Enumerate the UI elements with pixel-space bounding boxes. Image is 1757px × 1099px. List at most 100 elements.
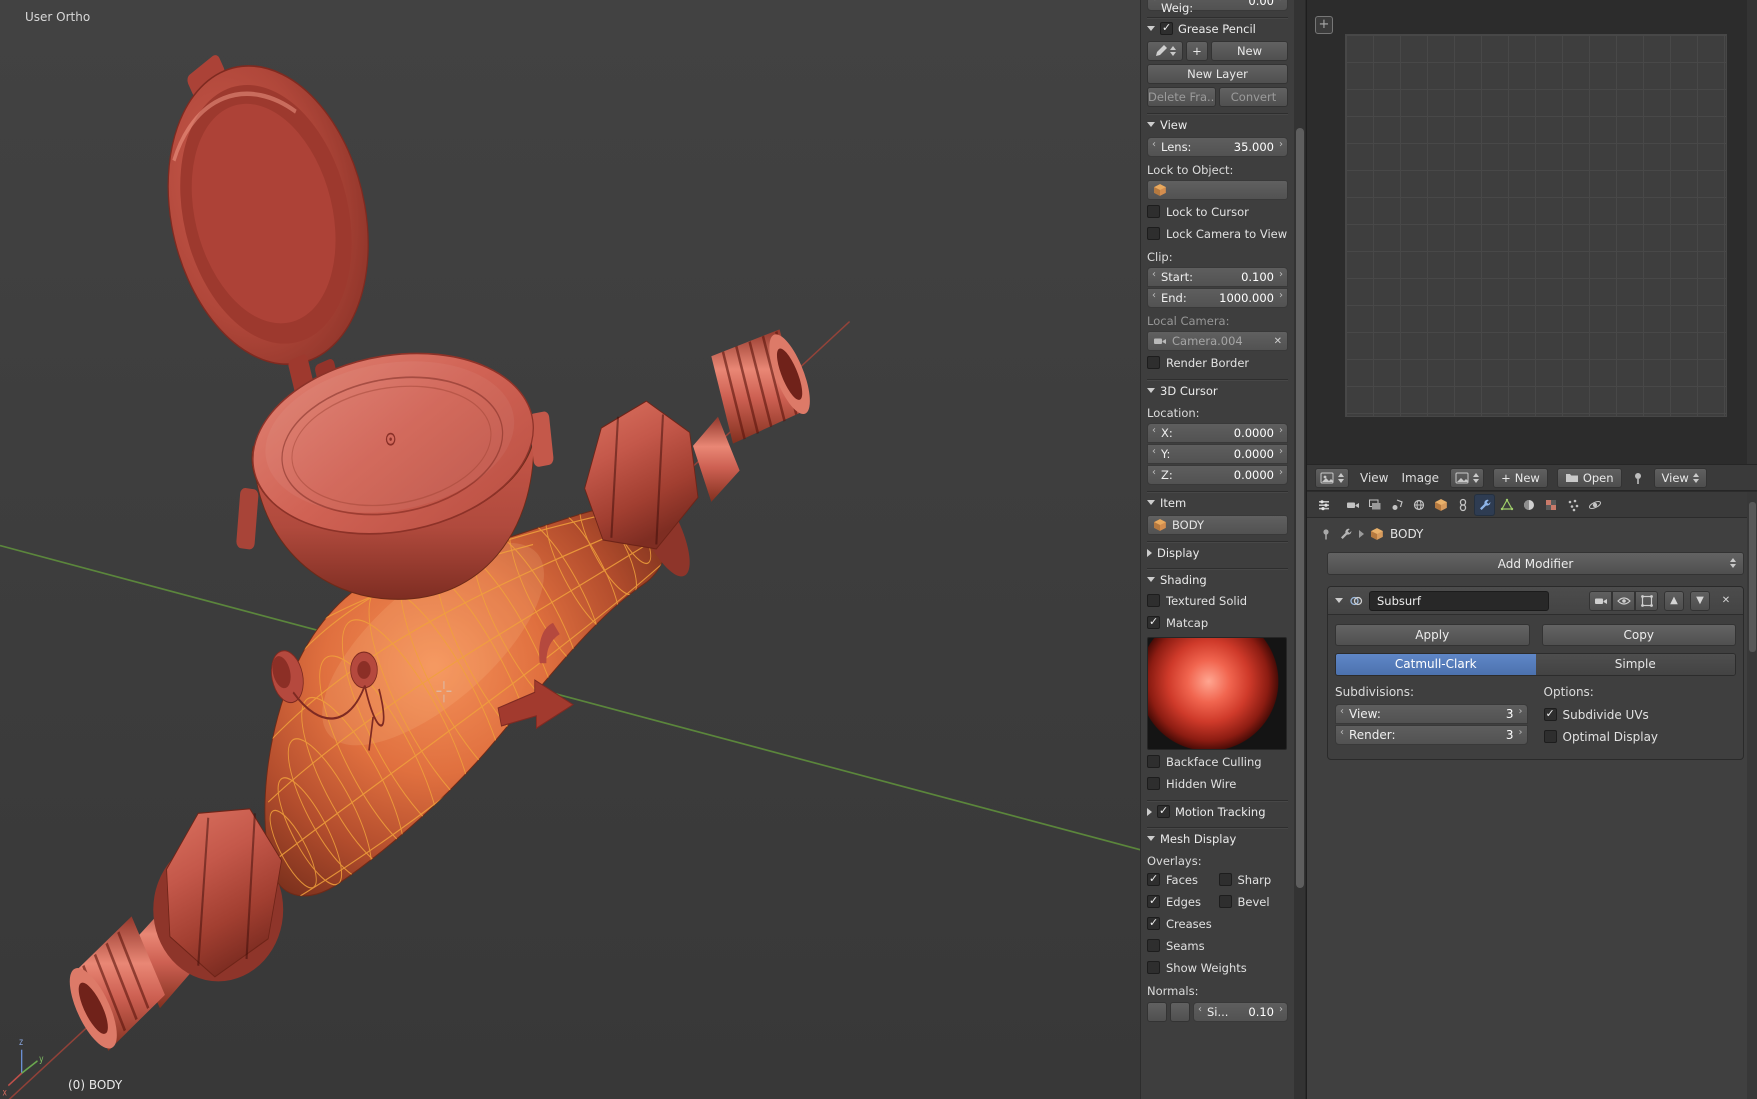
render-visibility-toggle[interactable] xyxy=(1589,590,1612,611)
matcap-preview[interactable] xyxy=(1147,637,1287,750)
face-normals-toggle[interactable] xyxy=(1170,1002,1190,1022)
hidden-wire-checkbox[interactable] xyxy=(1147,777,1160,790)
matcap-row[interactable]: Matcap xyxy=(1147,612,1288,633)
panel-header-3d-cursor[interactable]: 3D Cursor xyxy=(1147,380,1288,400)
creases-row[interactable]: Creases xyxy=(1147,913,1288,934)
mean-bevel-weight-slider[interactable]: Mean Bevel Weig: 0.00 xyxy=(1147,0,1288,15)
gp-add-button[interactable]: + xyxy=(1186,41,1208,61)
view-subdivisions-field[interactable]: View: 3 xyxy=(1335,704,1528,724)
simple-option[interactable]: Simple xyxy=(1535,654,1735,675)
modifier-name-field[interactable]: Subsurf xyxy=(1369,590,1549,611)
tab-modifiers[interactable] xyxy=(1474,493,1495,516)
gp-convert-button[interactable]: Convert xyxy=(1219,87,1288,107)
editor-type-selector[interactable] xyxy=(1313,494,1334,516)
tab-particles[interactable] xyxy=(1562,494,1583,516)
clip-end-field[interactable]: End: 1000.000 xyxy=(1147,288,1288,308)
copy-button[interactable]: Copy xyxy=(1541,624,1736,646)
lock-camera-row[interactable]: Lock Camera to View xyxy=(1147,223,1288,244)
3d-viewport[interactable]: z y x User Ortho (0) BODY Mean Bevel Wei… xyxy=(0,0,1306,1099)
creases-checkbox[interactable] xyxy=(1147,916,1160,930)
edges-checkbox[interactable] xyxy=(1147,894,1160,908)
display-mode-selector[interactable]: View xyxy=(1653,467,1707,488)
bevel-row[interactable]: Bevel xyxy=(1218,891,1289,912)
panel-header-mesh-display[interactable]: Mesh Display xyxy=(1147,828,1288,848)
render-subdivisions-field[interactable]: Render: 3 xyxy=(1335,725,1528,745)
lock-to-cursor-row[interactable]: Lock to Cursor xyxy=(1147,201,1288,222)
apply-button[interactable]: Apply xyxy=(1335,624,1530,646)
catmull-clark-option[interactable]: Catmull-Clark xyxy=(1336,654,1536,675)
gp-delete-frames-button[interactable]: Delete Fra... xyxy=(1147,87,1216,107)
grease-pencil-checkbox[interactable] xyxy=(1160,21,1173,35)
gp-brush-selector[interactable] xyxy=(1147,41,1183,61)
tab-physics[interactable] xyxy=(1584,494,1605,516)
edit-mode-toggle[interactable] xyxy=(1635,590,1658,611)
cursor-y-field[interactable]: Y: 0.0000 xyxy=(1147,444,1288,464)
local-camera-field[interactable]: Camera.004 ✕ xyxy=(1147,331,1288,351)
tab-object-data[interactable] xyxy=(1496,494,1517,516)
subdivide-uvs-checkbox[interactable] xyxy=(1543,707,1557,721)
move-modifier-up-button[interactable]: ▲ xyxy=(1664,590,1684,611)
render-border-row[interactable]: Render Border xyxy=(1147,352,1288,373)
editor-type-selector[interactable] xyxy=(1315,467,1349,488)
show-weights-row[interactable]: Show Weights xyxy=(1147,957,1288,978)
edges-row[interactable]: Edges xyxy=(1147,891,1217,912)
seams-row[interactable]: Seams xyxy=(1147,935,1288,956)
menu-view[interactable]: View xyxy=(1358,469,1390,487)
bevel-checkbox[interactable] xyxy=(1218,895,1232,908)
pin-icon[interactable] xyxy=(1319,527,1333,541)
npanel-scrollbar[interactable] xyxy=(1294,0,1306,1099)
faces-checkbox[interactable] xyxy=(1147,872,1160,886)
region-expand-button[interactable]: + xyxy=(1315,16,1333,34)
textured-solid-checkbox[interactable] xyxy=(1147,594,1160,607)
tab-object[interactable] xyxy=(1430,494,1451,516)
normals-size-slider[interactable]: Si... 0.10 xyxy=(1193,1002,1288,1022)
subdivide-uvs-row[interactable]: Subdivide UVs xyxy=(1543,704,1737,725)
lock-to-cursor-checkbox[interactable] xyxy=(1147,205,1160,218)
breadcrumb-object-name[interactable]: BODY xyxy=(1390,527,1423,541)
gp-new-layer-button[interactable]: New Layer xyxy=(1147,64,1288,84)
water-meter-model[interactable] xyxy=(61,1,818,1059)
tab-scene[interactable] xyxy=(1386,494,1407,516)
sharp-checkbox[interactable] xyxy=(1218,873,1232,886)
textured-solid-row[interactable]: Textured Solid xyxy=(1147,590,1288,611)
panel-header-view[interactable]: View xyxy=(1147,114,1288,134)
tools-context-icon[interactable] xyxy=(1339,527,1353,541)
optimal-display-checkbox[interactable] xyxy=(1543,730,1557,743)
lock-camera-checkbox[interactable] xyxy=(1147,227,1160,240)
panel-header-display[interactable]: Display xyxy=(1147,542,1288,562)
motion-tracking-checkbox[interactable] xyxy=(1157,804,1170,818)
lock-to-object-field[interactable] xyxy=(1147,180,1288,200)
move-modifier-down-button[interactable]: ▼ xyxy=(1690,590,1710,611)
image-open-button[interactable]: Open xyxy=(1556,467,1622,488)
tab-texture[interactable] xyxy=(1540,494,1561,516)
backface-culling-checkbox[interactable] xyxy=(1147,755,1160,768)
tab-render[interactable] xyxy=(1342,494,1363,516)
hidden-wire-row[interactable]: Hidden Wire xyxy=(1147,773,1288,794)
image-editor-scrollbar[interactable] xyxy=(1747,0,1757,464)
vertex-normals-toggle[interactable] xyxy=(1147,1002,1167,1022)
image-new-button[interactable]: + New xyxy=(1493,467,1548,488)
panel-header-grease-pencil[interactable]: Grease Pencil xyxy=(1147,18,1288,38)
lens-slider[interactable]: Lens: 35.000 xyxy=(1147,137,1288,157)
tab-world[interactable] xyxy=(1408,494,1429,516)
pin-icon[interactable] xyxy=(1631,471,1645,485)
panel-header-item[interactable]: Item xyxy=(1147,492,1288,512)
properties-scrollbar-thumb[interactable] xyxy=(1749,502,1756,652)
modifier-expand-icon[interactable] xyxy=(1335,598,1343,603)
tab-material[interactable] xyxy=(1518,494,1539,516)
item-name-field[interactable]: BODY xyxy=(1147,515,1288,535)
matcap-checkbox[interactable] xyxy=(1147,615,1160,629)
faces-row[interactable]: Faces xyxy=(1147,869,1217,890)
viewport-visibility-toggle[interactable] xyxy=(1612,590,1635,611)
seams-checkbox[interactable] xyxy=(1147,939,1160,952)
tab-render-layers[interactable] xyxy=(1364,494,1385,516)
clip-start-field[interactable]: Start: 0.100 xyxy=(1147,267,1288,287)
delete-modifier-button[interactable]: ✕ xyxy=(1716,591,1736,611)
sharp-row[interactable]: Sharp xyxy=(1218,869,1289,890)
uv-grid[interactable] xyxy=(1345,34,1727,417)
panel-header-shading[interactable]: Shading xyxy=(1147,569,1288,589)
npanel-scrollbar-thumb[interactable] xyxy=(1296,128,1304,888)
panel-header-motion-tracking[interactable]: Motion Tracking xyxy=(1147,801,1288,821)
gp-new-button[interactable]: New xyxy=(1211,41,1288,61)
clear-camera-button[interactable]: ✕ xyxy=(1274,336,1282,347)
